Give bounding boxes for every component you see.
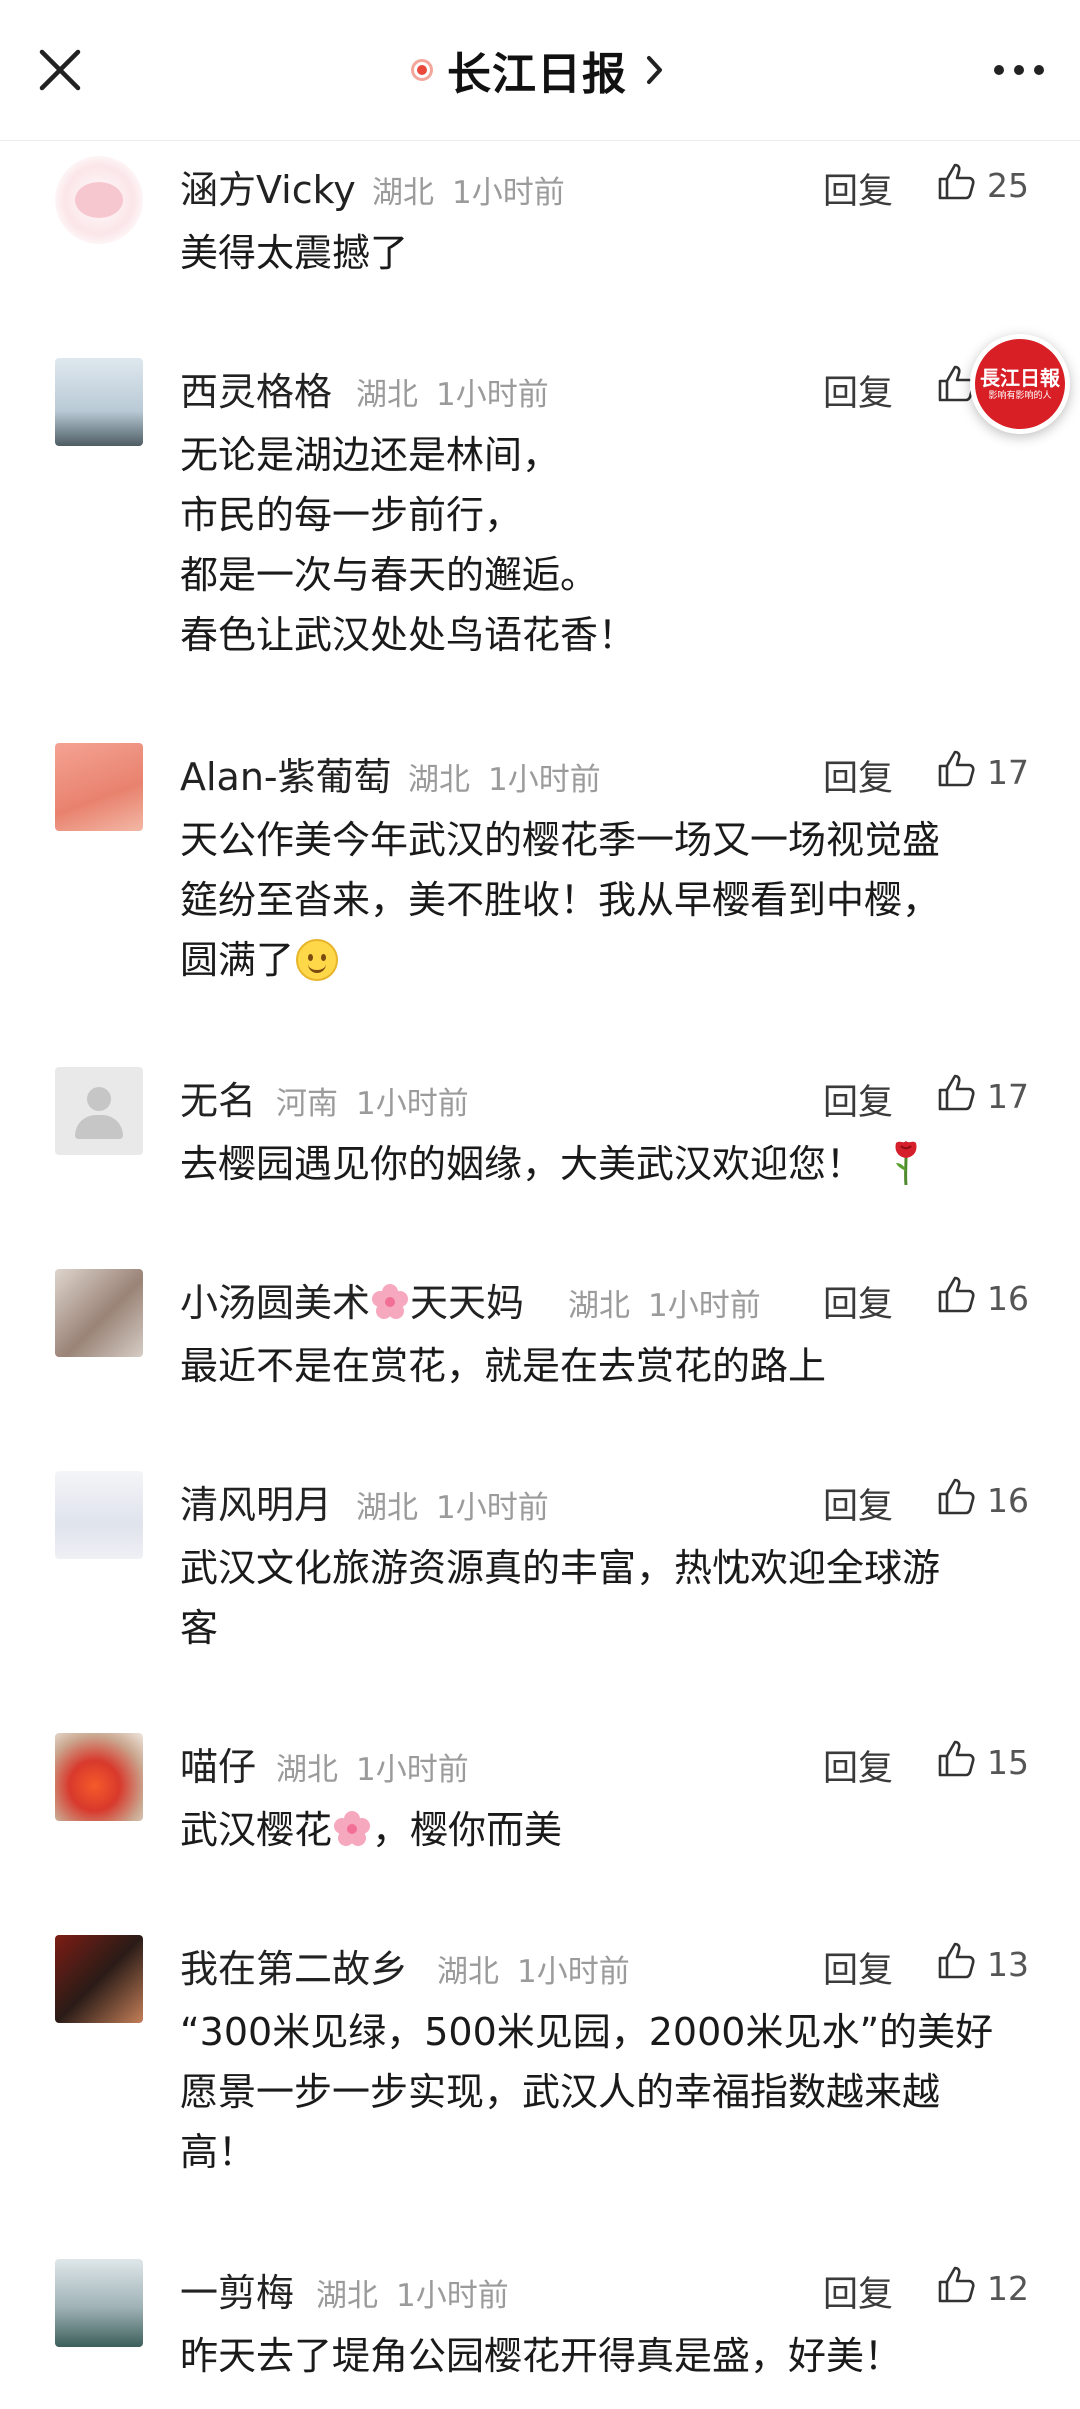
reply-button[interactable]: 回复 bbox=[823, 750, 893, 801]
thumbs-up-icon[interactable] bbox=[935, 1070, 979, 1114]
avatar[interactable] bbox=[55, 1733, 143, 1821]
comment-region: 湖北 bbox=[568, 1288, 630, 1324]
cherry-blossom-icon bbox=[372, 1284, 409, 1319]
comment-time: 1小时前 bbox=[488, 762, 601, 798]
commenter-name[interactable]: 无名 bbox=[180, 1070, 256, 1125]
reply-button[interactable]: 回复 bbox=[823, 1942, 893, 1993]
smile-emoji-icon bbox=[296, 939, 339, 981]
thumbs-up-icon[interactable] bbox=[935, 1474, 979, 1518]
comment-region: 湖北 bbox=[437, 1954, 499, 1990]
comment-region: 湖北 bbox=[316, 2278, 378, 2314]
comment-time: 1小时前 bbox=[436, 1490, 549, 1526]
like-count: 16 bbox=[987, 1279, 1029, 1318]
like-count: 13 bbox=[987, 1945, 1029, 1984]
comment-time: 1小时前 bbox=[436, 377, 549, 413]
reply-button[interactable]: 回复 bbox=[823, 1074, 893, 1125]
comment-body: 去樱园遇见你的姻缘，大美武汉欢迎您！ bbox=[180, 1134, 1020, 1194]
top-bar: 长江日报 bbox=[0, 0, 1080, 141]
like-count: 25 bbox=[987, 166, 1029, 205]
avatar[interactable] bbox=[55, 156, 143, 244]
comment-region: 湖北 bbox=[372, 175, 434, 211]
commenter-name[interactable]: 我在第二故乡 bbox=[180, 1938, 408, 1993]
comment-text-part: ，樱你而美 bbox=[372, 1808, 563, 1852]
thumbs-up-icon[interactable] bbox=[935, 1736, 979, 1780]
commenter-name[interactable]: 涵方Vicky bbox=[180, 159, 356, 214]
chevron-right-icon bbox=[647, 56, 662, 84]
avatar[interactable] bbox=[55, 1471, 143, 1559]
thumbs-up-icon[interactable] bbox=[935, 1938, 979, 1982]
commenter-name[interactable]: 清风明月 bbox=[180, 1474, 332, 1529]
commenter-name-part: 小汤圆美术 bbox=[180, 1281, 371, 1325]
comment-text: 最近不是在赏花，就是在去赏花的路上 bbox=[180, 1344, 827, 1388]
commenter-name[interactable]: 小汤圆美术 天天妈 bbox=[180, 1272, 524, 1327]
like-count: 16 bbox=[987, 1481, 1029, 1520]
thumbs-up-icon[interactable] bbox=[935, 746, 979, 790]
comment-text-part: 武汉樱花 bbox=[180, 1808, 333, 1852]
commenter-name[interactable]: 一剪梅 bbox=[180, 2262, 294, 2317]
comment-body: 天公作美今年武汉的樱花季一场又一场视觉盛 筵纷至沓来，美不胜收！我从早樱看到中樱… bbox=[180, 810, 1020, 990]
comment-time: 1小时前 bbox=[517, 1954, 630, 1990]
reply-button[interactable]: 回复 bbox=[823, 2266, 893, 2317]
rose-emoji-icon bbox=[895, 1141, 917, 1186]
thumbs-up-icon[interactable] bbox=[935, 1272, 979, 1316]
more-icon[interactable] bbox=[992, 55, 1046, 85]
logo-text: 長江日報 bbox=[980, 365, 1060, 390]
commenter-name[interactable]: 喵仔 bbox=[180, 1736, 256, 1791]
avatar[interactable] bbox=[55, 358, 143, 446]
reply-button[interactable]: 回复 bbox=[823, 1276, 893, 1327]
thumbs-up-icon[interactable] bbox=[935, 2262, 979, 2306]
avatar[interactable] bbox=[55, 1935, 143, 2023]
avatar[interactable] bbox=[55, 1067, 143, 1155]
comment-region: 河南 bbox=[276, 1086, 338, 1122]
comment-time: 1小时前 bbox=[452, 175, 565, 211]
live-dot-icon bbox=[411, 59, 433, 81]
like-count: 17 bbox=[987, 753, 1029, 792]
cherry-blossom-icon bbox=[334, 1811, 371, 1846]
commenter-name[interactable]: Alan-紫葡萄 bbox=[180, 746, 392, 801]
publisher-title-link[interactable]: 长江日报 bbox=[411, 38, 669, 102]
comment-text: 武汉文化旅游资源真的丰富，热忱欢迎全球游 客 bbox=[180, 1546, 941, 1650]
avatar[interactable] bbox=[55, 1269, 143, 1357]
logo-subtitle: 影响有影响的人 bbox=[988, 390, 1052, 401]
commenter-name-part: 天天妈 bbox=[410, 1281, 525, 1325]
comment-time: 1小时前 bbox=[648, 1288, 761, 1324]
comment-text: 昨天去了堤角公园樱花开得真是盛，好美！ bbox=[180, 2334, 903, 2378]
comment-text: “300米见绿，500米见园，2000米见水”的美好 愿景一步一步实现，武汉人的… bbox=[180, 2010, 994, 2174]
like-count: 12 bbox=[987, 2269, 1029, 2308]
comment-time: 1小时前 bbox=[356, 1086, 469, 1122]
close-icon[interactable] bbox=[34, 44, 86, 96]
reply-button[interactable]: 回复 bbox=[823, 163, 893, 214]
commenter-name[interactable]: 西灵格格 bbox=[180, 361, 332, 416]
like-count: 17 bbox=[987, 1077, 1029, 1116]
comment-text: 美得太震撼了 bbox=[180, 231, 409, 275]
thumbs-up-icon[interactable] bbox=[935, 159, 979, 203]
comment-region: 湖北 bbox=[356, 377, 418, 413]
reply-button[interactable]: 回复 bbox=[823, 1478, 893, 1529]
comment-time: 1小时前 bbox=[356, 1752, 469, 1788]
comment-region: 湖北 bbox=[408, 762, 470, 798]
reply-button[interactable]: 回复 bbox=[823, 365, 893, 416]
like-count: 15 bbox=[987, 1743, 1029, 1782]
avatar[interactable] bbox=[55, 743, 143, 831]
comment-body: 武汉樱花 ，樱你而美 bbox=[180, 1800, 1020, 1860]
comment-text: 天公作美今年武汉的樱花季一场又一场视觉盛 筵纷至沓来，美不胜收！我从早樱看到中樱… bbox=[180, 818, 941, 982]
comment-text: 去樱园遇见你的姻缘，大美武汉欢迎您！ bbox=[180, 1142, 865, 1186]
newspaper-logo-button[interactable]: 長江日報 影响有影响的人 bbox=[970, 334, 1070, 434]
avatar[interactable] bbox=[55, 2259, 143, 2347]
comment-region: 湖北 bbox=[276, 1752, 338, 1788]
comment-text: 无论是湖边还是林间， 市民的每一步前行， 都是一次与春天的邂逅。 春色让武汉处处… bbox=[180, 433, 637, 657]
page-title: 长江日报 bbox=[447, 49, 627, 100]
comment-time: 1小时前 bbox=[396, 2278, 509, 2314]
comment-region: 湖北 bbox=[356, 1490, 418, 1526]
reply-button[interactable]: 回复 bbox=[823, 1740, 893, 1791]
